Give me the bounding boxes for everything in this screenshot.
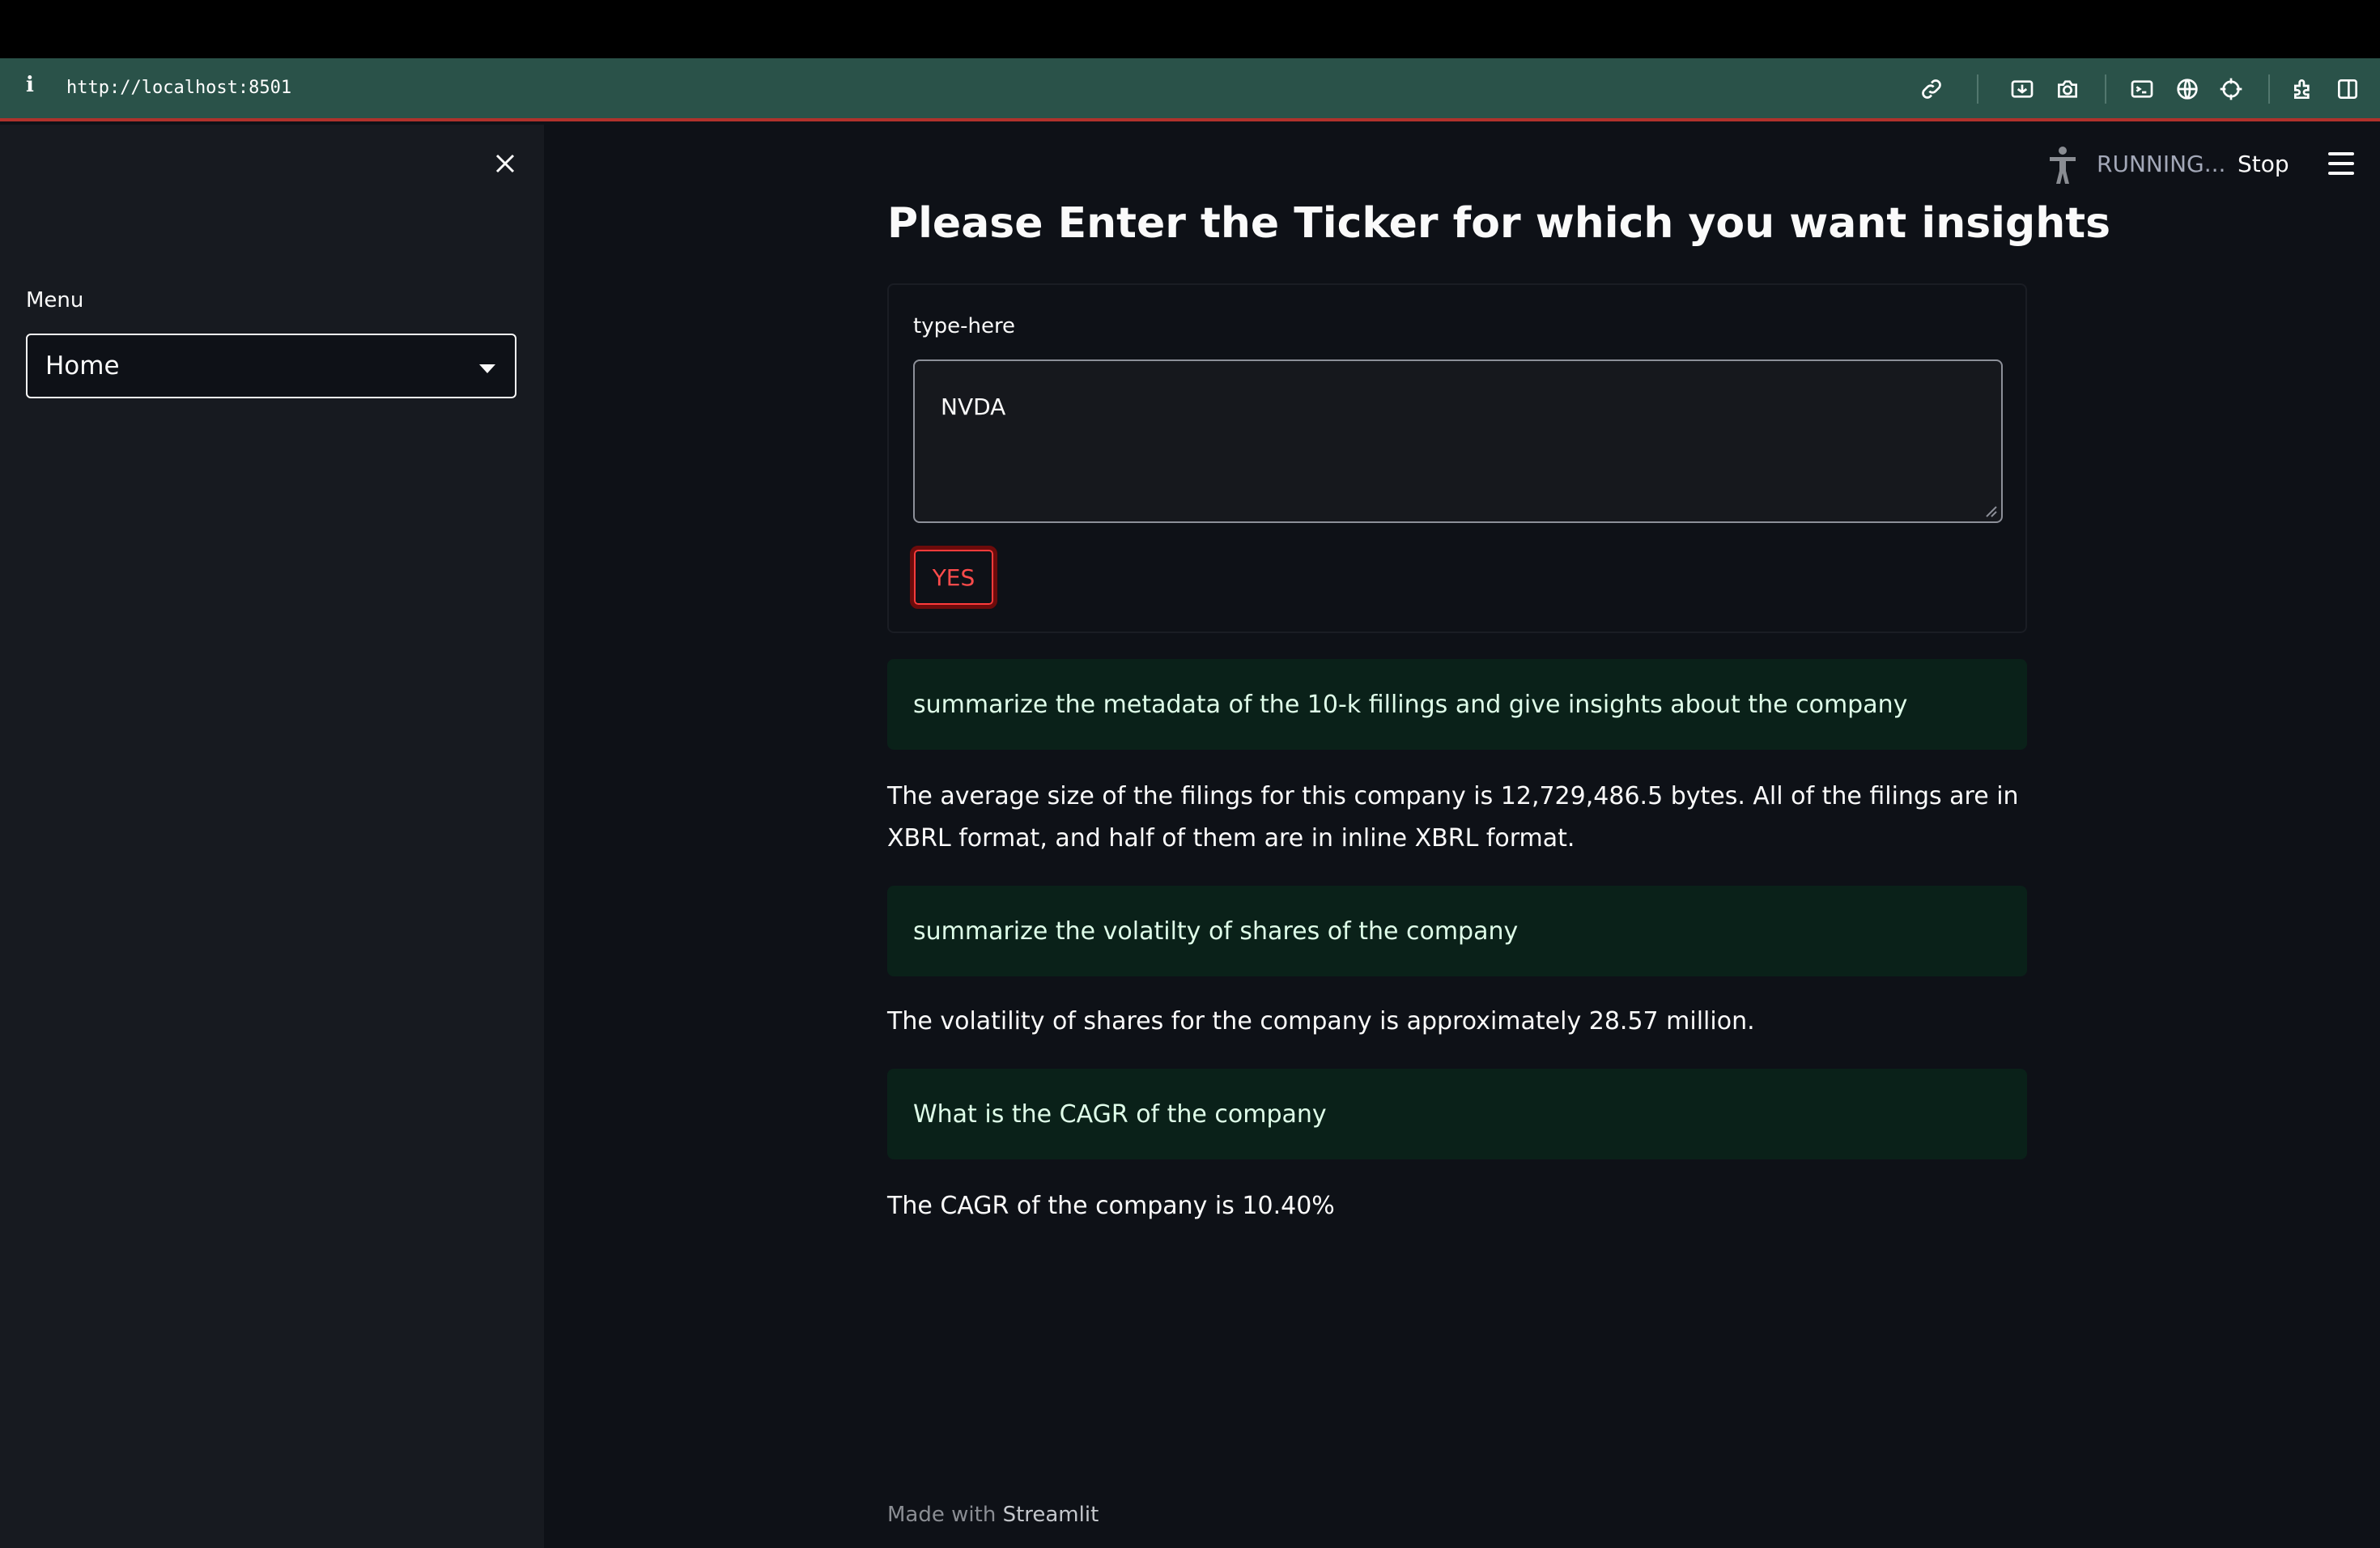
resize-handle-icon[interactable]	[1985, 505, 1998, 518]
split-view-icon[interactable]	[2331, 73, 2364, 105]
browser-url-bar: i http://localhost:8501	[0, 58, 2380, 121]
yes-submit-button[interactable]: YES	[910, 546, 997, 609]
window-top-bar	[0, 0, 2380, 58]
globe-icon[interactable]	[2171, 73, 2204, 105]
site-info-icon[interactable]: i	[26, 73, 34, 97]
toolbar-divider	[1977, 74, 1978, 104]
question-box: What is the CAGR of the company	[887, 1069, 2027, 1159]
streamlit-link[interactable]: Streamlit	[1003, 1503, 1099, 1527]
ticker-input-label: type-here	[913, 314, 1016, 338]
question-text: What is the CAGR of the company	[913, 1099, 1327, 1129]
question-text: summarize the volatilty of shares of the…	[913, 916, 1519, 946]
crosshair-icon[interactable]	[2215, 73, 2247, 105]
answer-text: The average size of the filings for this…	[887, 782, 2019, 853]
running-status: RUNNING...	[2097, 151, 2226, 177]
question-text: summarize the metadata of the 10-k filli…	[913, 690, 1908, 719]
screenshot-icon[interactable]	[2006, 73, 2038, 105]
footer: Made with Streamlit	[887, 1503, 1099, 1527]
accessibility-icon	[2040, 142, 2085, 188]
extensions-icon[interactable]	[2288, 73, 2320, 105]
menu-label: Menu	[26, 288, 84, 313]
question-box: summarize the volatilty of shares of the…	[887, 886, 2027, 976]
close-sidebar-icon[interactable]	[491, 149, 520, 178]
camera-icon[interactable]	[2051, 73, 2084, 105]
terminal-icon[interactable]	[2126, 73, 2158, 105]
url-text[interactable]: http://localhost:8501	[66, 78, 291, 98]
question-box: summarize the metadata of the 10-k filli…	[887, 659, 2027, 750]
answer-text: The CAGR of the company is 10.40%	[887, 1192, 1335, 1220]
menu-select-value: Home	[45, 351, 120, 381]
stop-button[interactable]: Stop	[2238, 151, 2289, 177]
ticker-input[interactable]: NVDA	[913, 359, 2003, 523]
link-icon[interactable]	[1915, 73, 1948, 105]
caret-down-icon	[479, 364, 495, 373]
answer-text: The volatility of shares for the company…	[887, 1007, 1755, 1036]
toolbar-divider	[2105, 74, 2106, 104]
main-menu-icon[interactable]	[2325, 151, 2357, 176]
menu-select[interactable]: Home	[26, 334, 516, 398]
page-title: Please Enter the Ticker for which you wa…	[887, 199, 2111, 248]
footer-prefix: Made with	[887, 1503, 997, 1527]
toolbar-divider	[2268, 74, 2270, 104]
